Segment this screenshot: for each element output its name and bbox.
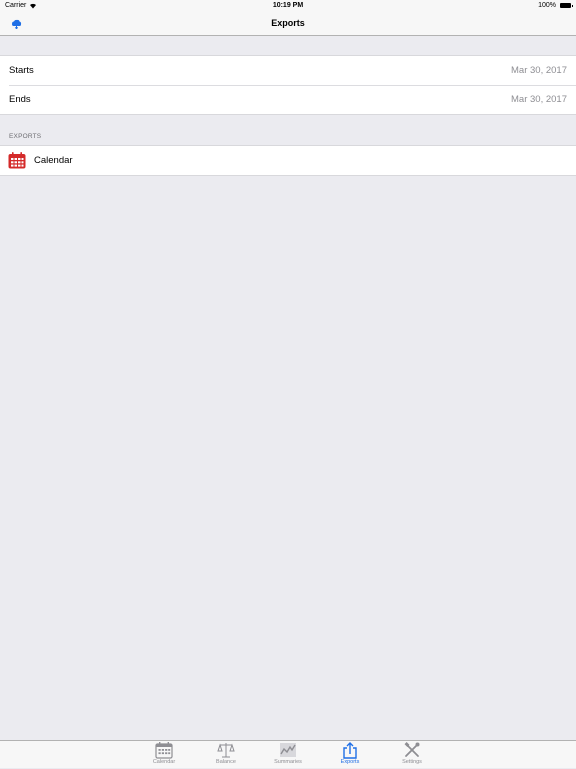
calendar-icon bbox=[8, 152, 26, 169]
tab-bar: Calendar Balance Summaries Exports Setti… bbox=[0, 740, 576, 768]
tab-label: Balance bbox=[216, 759, 236, 765]
tab-label: Calendar bbox=[152, 759, 176, 765]
tools-icon bbox=[404, 742, 420, 757]
battery-percent: 100% bbox=[538, 2, 556, 9]
scale-icon bbox=[217, 743, 235, 758]
share-icon bbox=[343, 742, 357, 759]
tab-calendar[interactable]: Calendar bbox=[144, 741, 184, 769]
tab-settings[interactable]: Settings bbox=[392, 741, 432, 769]
export-item-label: Calendar bbox=[34, 155, 73, 166]
starts-label: Starts bbox=[9, 65, 34, 76]
status-bar: Carrier 10:19 PM 100% bbox=[0, 0, 576, 12]
export-item-calendar[interactable]: Calendar bbox=[0, 146, 576, 175]
tab-label: Settings bbox=[402, 759, 422, 765]
tab-summaries[interactable]: Summaries bbox=[268, 741, 308, 769]
chart-icon bbox=[280, 743, 296, 757]
date-range-group: Starts Mar 30, 2017 Ends Mar 30, 2017 bbox=[0, 55, 576, 115]
tab-balance[interactable]: Balance bbox=[206, 741, 246, 769]
tab-label: Summaries bbox=[274, 759, 302, 765]
clock-label: 10:19 PM bbox=[272, 2, 304, 9]
page-title: Exports bbox=[271, 18, 305, 28]
navigation-bar: Exports bbox=[0, 12, 576, 36]
ends-label: Ends bbox=[9, 94, 31, 105]
exports-section-header: EXPORTS bbox=[9, 133, 42, 140]
ends-row[interactable]: Ends Mar 30, 2017 bbox=[0, 85, 576, 114]
starts-row[interactable]: Starts Mar 30, 2017 bbox=[0, 56, 576, 85]
starts-value: Mar 30, 2017 bbox=[511, 65, 567, 76]
ends-value: Mar 30, 2017 bbox=[511, 94, 567, 105]
calendar-icon bbox=[155, 742, 173, 759]
battery-icon bbox=[560, 3, 573, 8]
tab-label: Exports bbox=[340, 759, 360, 765]
tab-exports[interactable]: Exports bbox=[330, 741, 370, 769]
exports-group: Calendar bbox=[0, 145, 576, 176]
